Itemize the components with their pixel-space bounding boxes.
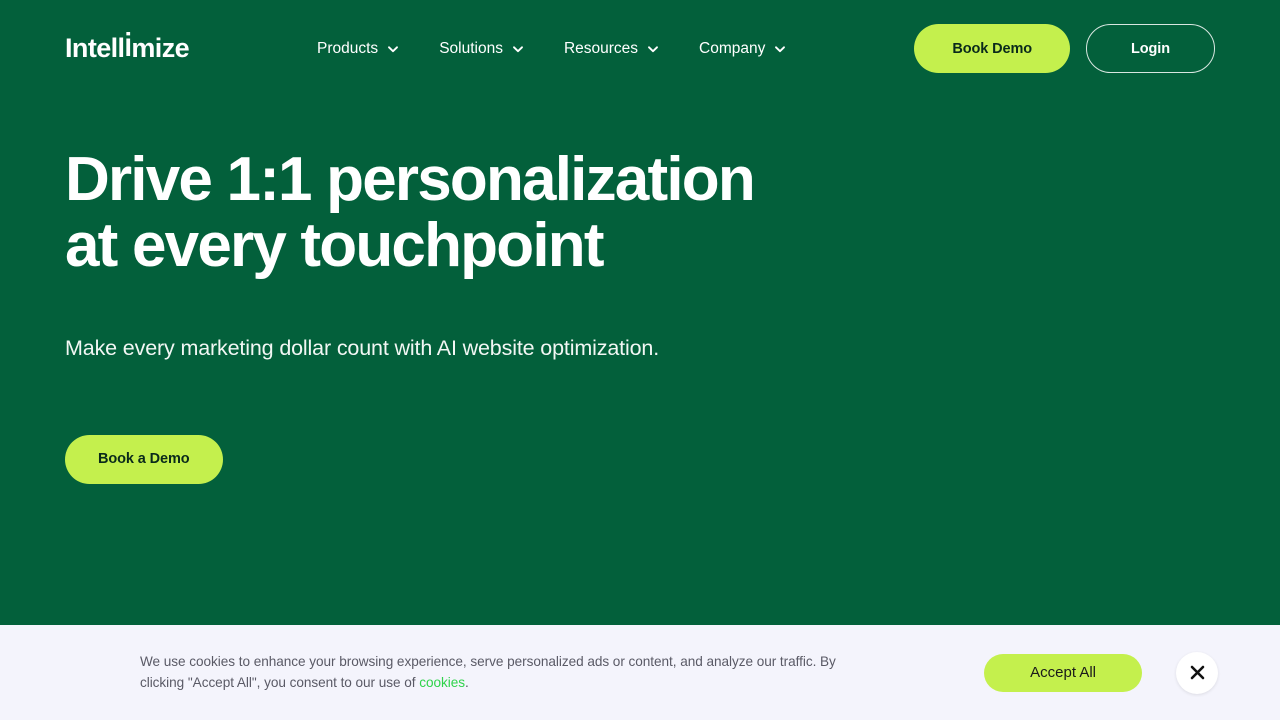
close-icon bbox=[1189, 664, 1206, 681]
chevron-down-icon bbox=[512, 43, 524, 55]
accept-all-button[interactable]: Accept All bbox=[984, 653, 1142, 692]
nav-item-label: Products bbox=[317, 39, 379, 57]
nav-item-label: Company bbox=[699, 39, 766, 57]
nav-item-label: Resources bbox=[563, 39, 639, 57]
chevron-down-icon bbox=[774, 43, 786, 55]
close-banner-button[interactable] bbox=[1176, 651, 1218, 694]
hero-section: Drive 1:1 personalization at every touch… bbox=[0, 97, 1280, 625]
hero-title-line-1: Drive 1:1 personalization bbox=[65, 145, 756, 214]
main-navigation: Products Solutions Resources Company bbox=[297, 30, 806, 68]
hero-title-line-2: at every touchpoint bbox=[65, 211, 604, 280]
nav-item-resources[interactable]: Resources bbox=[544, 30, 679, 68]
nav-item-label: Solutions bbox=[439, 39, 503, 57]
cookies-link[interactable]: cookies bbox=[419, 675, 465, 690]
cookie-text-before: We use cookies to enhance your browsing … bbox=[140, 653, 836, 690]
chevron-down-icon bbox=[387, 43, 399, 55]
hero-subtitle: Make every marketing dollar count with A… bbox=[65, 336, 660, 360]
cookie-text-after: . bbox=[464, 674, 469, 690]
cookie-consent-text: We use cookies to enhance your browsing … bbox=[140, 652, 860, 694]
cookie-consent-banner: We use cookies to enhance your browsing … bbox=[0, 625, 1280, 720]
book-a-demo-button[interactable]: Book a Demo bbox=[65, 434, 223, 484]
nav-item-solutions[interactable]: Solutions bbox=[419, 30, 544, 68]
login-button[interactable]: Login bbox=[1086, 24, 1215, 73]
site-header: Intellimize Products Solutions Resources… bbox=[0, 0, 1280, 97]
book-demo-button[interactable]: Book Demo bbox=[914, 24, 1071, 73]
chevron-down-icon bbox=[647, 43, 659, 55]
nav-item-company[interactable]: Company bbox=[679, 30, 806, 68]
brand-logo[interactable]: Intellimize bbox=[65, 28, 190, 62]
nav-item-products[interactable]: Products bbox=[297, 30, 419, 68]
page-title: Drive 1:1 personalization at every touch… bbox=[65, 149, 825, 277]
header-actions: Book Demo Login bbox=[914, 24, 1215, 73]
